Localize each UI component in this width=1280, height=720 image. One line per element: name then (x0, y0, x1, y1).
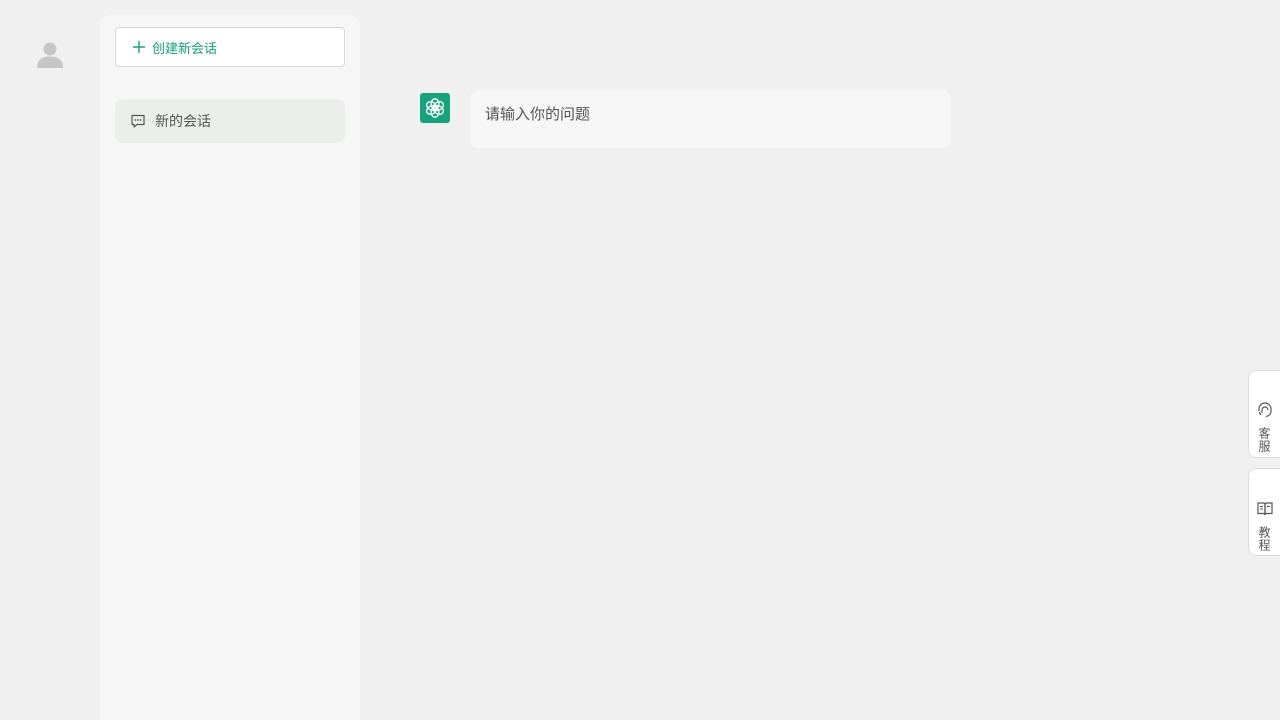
input-placeholder: 请输入你的问题 (485, 105, 591, 123)
openai-logo-icon (425, 98, 445, 118)
conversation-item[interactable]: 新的会话 (115, 99, 345, 143)
app-root: 创建新会话 新的会话 请输入你的问题 客服 教程 (0, 0, 1280, 720)
tutorial-label: 教程 (1257, 526, 1271, 552)
left-rail (0, 0, 100, 720)
user-avatar[interactable] (34, 38, 66, 70)
question-input-bubble[interactable]: 请输入你的问题 (470, 90, 950, 148)
user-avatar-icon (37, 42, 63, 68)
book-icon (1256, 502, 1273, 516)
customer-service-label: 客服 (1257, 427, 1271, 453)
new-chat-label: 创建新会话 (152, 41, 218, 57)
chat-bubble-icon (130, 113, 146, 129)
conversation-sidebar: 创建新会话 新的会话 (100, 15, 360, 720)
plus-icon (132, 40, 146, 54)
headset-icon (1257, 402, 1272, 418)
conversation-label: 新的会话 (155, 114, 211, 130)
tutorial-tab[interactable]: 教程 (1248, 468, 1280, 556)
new-chat-button[interactable]: 创建新会话 (115, 27, 345, 67)
customer-service-tab[interactable]: 客服 (1248, 370, 1280, 458)
bot-avatar (420, 93, 450, 123)
